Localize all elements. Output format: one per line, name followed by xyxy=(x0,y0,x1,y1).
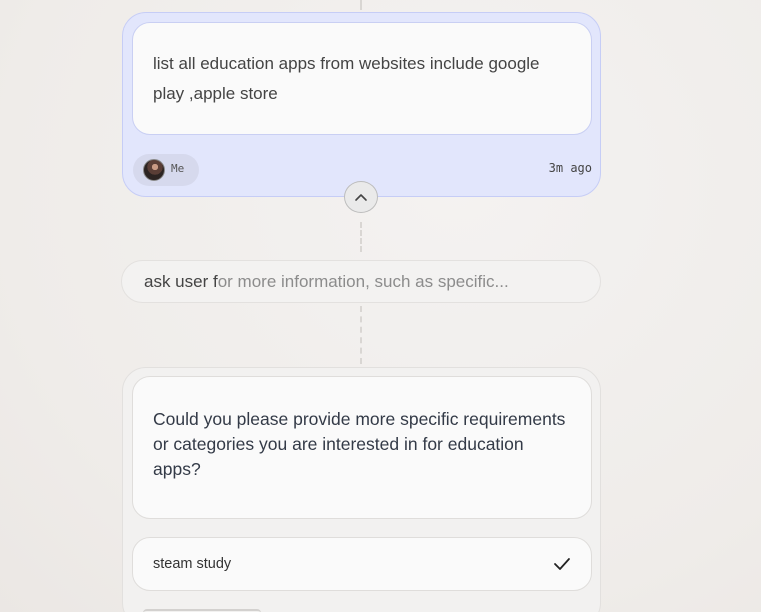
avatar xyxy=(143,159,165,181)
chat-thread: list all education apps from websites in… xyxy=(0,0,761,612)
thinking-step[interactable]: ask user f or more information, such as s… xyxy=(121,260,601,303)
author-chip[interactable]: Me xyxy=(133,154,199,186)
collapse-button[interactable] xyxy=(344,181,378,213)
user-message-card: list all education apps from websites in… xyxy=(122,12,601,197)
step-text-faded: or more information, such as specific... xyxy=(217,271,509,291)
message-timestamp: 3m ago xyxy=(548,161,592,175)
connector-line xyxy=(360,306,362,364)
connector-line xyxy=(360,0,362,10)
answer-option[interactable]: steam study xyxy=(132,537,592,591)
answer-label: steam study xyxy=(153,556,232,572)
step-text-visible: ask user f xyxy=(144,271,218,291)
connector-line xyxy=(360,222,362,252)
check-icon xyxy=(554,558,570,570)
author-name: Me xyxy=(171,162,185,175)
user-message-text: list all education apps from websites in… xyxy=(132,22,592,135)
chevron-up-icon xyxy=(355,194,367,201)
question-text: Could you please provide more specific r… xyxy=(132,376,592,519)
assistant-question-card: Could you please provide more specific r… xyxy=(122,367,601,612)
